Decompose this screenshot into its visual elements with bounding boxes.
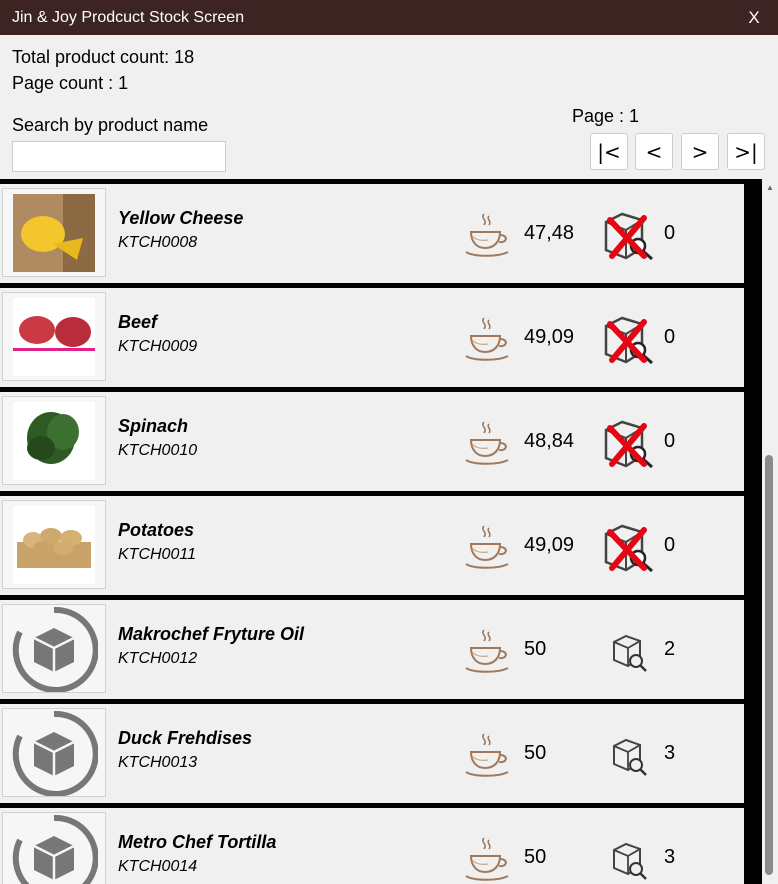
product-price: 47,48 bbox=[524, 222, 575, 244]
product-price: 49,09 bbox=[524, 534, 575, 556]
scroll-up-arrow-icon[interactable]: ▲ bbox=[762, 181, 778, 193]
product-name: Beef bbox=[118, 312, 158, 332]
coffee-cup-icon bbox=[465, 317, 509, 361]
coffee-cup-icon bbox=[465, 629, 509, 673]
out-of-stock-icon bbox=[600, 420, 658, 470]
product-price: 48,84 bbox=[524, 430, 575, 452]
out-of-stock-icon bbox=[600, 212, 658, 262]
page-count: Page count : 1 bbox=[12, 73, 129, 93]
product-name: Makrochef Fryture Oil bbox=[118, 624, 305, 644]
stock-search-icon bbox=[600, 628, 658, 678]
product-name: Metro Chef Tortilla bbox=[118, 832, 277, 852]
product-row[interactable]: Makrochef Fryture Oil KTCH0012 50 2 bbox=[0, 595, 762, 699]
product-code: KTCH0012 bbox=[118, 650, 198, 667]
stock-count: 3 bbox=[664, 846, 676, 868]
scrollbar-thumb[interactable] bbox=[765, 455, 773, 875]
prev-page-button[interactable]: < bbox=[635, 133, 673, 170]
product-image bbox=[2, 708, 106, 797]
product-code: KTCH0010 bbox=[118, 442, 198, 459]
product-row[interactable]: Duck Frehdises KTCH0013 50 3 bbox=[0, 699, 762, 803]
vertical-scrollbar[interactable]: ▲ bbox=[762, 179, 778, 884]
out-of-stock-icon bbox=[600, 524, 658, 574]
product-image bbox=[2, 188, 106, 277]
search-label: Search by product name bbox=[12, 115, 209, 135]
product-code: KTCH0008 bbox=[118, 234, 198, 251]
next-page-button[interactable]: > bbox=[681, 133, 719, 170]
product-name: Potatoes bbox=[118, 520, 195, 540]
product-code: KTCH0014 bbox=[118, 858, 198, 875]
product-code: KTCH0013 bbox=[118, 754, 198, 771]
product-code: KTCH0011 bbox=[118, 546, 196, 563]
title-bar: Jin & Joy Prodcuct Stock Screen X bbox=[0, 0, 778, 35]
product-image bbox=[2, 396, 106, 485]
stock-window: Jin & Joy Prodcuct Stock Screen X Total … bbox=[0, 0, 778, 884]
product-row[interactable]: Beef KTCH0009 49,09 0 bbox=[0, 283, 762, 387]
stock-count: 0 bbox=[664, 430, 676, 452]
product-image bbox=[2, 604, 106, 693]
coffee-cup-icon bbox=[465, 421, 509, 465]
coffee-cup-icon bbox=[465, 733, 509, 777]
product-row[interactable]: Metro Chef Tortilla KTCH0014 50 3 bbox=[0, 803, 762, 884]
stock-search-icon bbox=[600, 836, 658, 884]
stock-count: 3 bbox=[664, 742, 676, 764]
close-button[interactable]: X bbox=[742, 8, 766, 28]
window-title: Jin & Joy Prodcuct Stock Screen bbox=[12, 8, 245, 26]
product-name: Duck Frehdises bbox=[118, 728, 253, 748]
product-image bbox=[2, 292, 106, 381]
total-product-count: Total product count: 18 bbox=[12, 47, 195, 67]
product-row[interactable]: Spinach KTCH0010 48,84 0 bbox=[0, 387, 762, 491]
product-image bbox=[2, 500, 106, 589]
summary: Total product count: 18 Page count : 1 bbox=[12, 44, 194, 96]
coffee-cup-icon bbox=[465, 837, 509, 881]
product-price: 49,09 bbox=[524, 326, 575, 348]
product-price: 50 bbox=[524, 638, 547, 660]
stock-count: 0 bbox=[664, 326, 676, 348]
product-price: 50 bbox=[524, 846, 547, 868]
product-price: 50 bbox=[524, 742, 547, 764]
product-code: KTCH0009 bbox=[118, 338, 198, 355]
product-name: Spinach bbox=[118, 416, 189, 436]
product-row[interactable]: Potatoes KTCH0011 49,09 0 bbox=[0, 491, 762, 595]
stock-count: 0 bbox=[664, 222, 676, 244]
product-name: Yellow Cheese bbox=[118, 208, 244, 228]
stock-count: 2 bbox=[664, 638, 676, 660]
coffee-cup-icon bbox=[465, 525, 509, 569]
product-image bbox=[2, 812, 106, 884]
search-input[interactable] bbox=[12, 141, 226, 172]
stock-search-icon bbox=[600, 732, 658, 782]
product-row[interactable]: Yellow Cheese KTCH0008 47,48 0 bbox=[0, 179, 762, 283]
first-page-button[interactable]: |< bbox=[590, 133, 628, 170]
current-page-label: Page : 1 bbox=[572, 106, 640, 126]
out-of-stock-icon bbox=[600, 316, 658, 366]
last-page-button[interactable]: >| bbox=[727, 133, 765, 170]
product-list: Yellow Cheese KTCH0008 47,48 0 Beef KTCH… bbox=[0, 179, 762, 884]
coffee-cup-icon bbox=[465, 213, 509, 257]
stock-count: 0 bbox=[664, 534, 676, 556]
